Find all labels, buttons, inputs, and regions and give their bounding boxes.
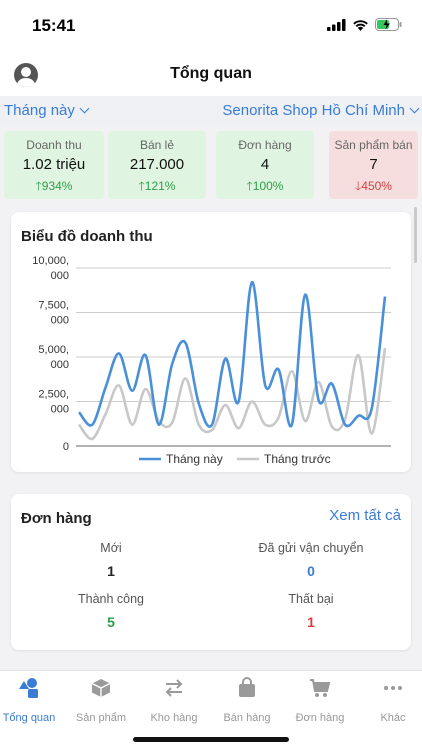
cart-icon bbox=[310, 679, 331, 697]
tab-more[interactable]: Khác bbox=[358, 677, 422, 724]
wifi-icon bbox=[353, 19, 368, 31]
revenue-chart-card: Biểu đồ doanh thu 10,000, 000 7,500, 000 5,0… bbox=[11, 212, 411, 472]
kpi-revenue[interactable]: Doanh thu 1.02 triệu 🡑934% bbox=[4, 131, 104, 199]
order-stat-success[interactable]: Thành công 5 bbox=[11, 592, 211, 630]
order-stat-label: Thất bại bbox=[288, 592, 334, 606]
period-dropdown-label: Tháng này bbox=[4, 102, 75, 119]
tab-label: Sản phẩm bbox=[75, 712, 127, 724]
tab-sales[interactable]: Bán hàng bbox=[212, 677, 282, 724]
tab-orders[interactable]: Đơn hàng bbox=[285, 677, 355, 724]
kpi-value: 4 bbox=[260, 156, 270, 173]
app-header: Tổng quan bbox=[0, 52, 422, 96]
tab-products[interactable]: Sản phẩm bbox=[66, 677, 136, 724]
cellular-signal-icon bbox=[327, 18, 346, 31]
shop-dropdown[interactable]: Senorita Shop Hồ Chí Minh bbox=[222, 102, 420, 119]
shopping-bag-icon bbox=[239, 677, 255, 697]
orders-title: Đơn hàng bbox=[21, 510, 92, 527]
tab-inventory[interactable]: Kho hàng bbox=[139, 677, 209, 724]
order-stat-failed[interactable]: Thất bại 1 bbox=[211, 592, 411, 630]
order-stat-label: Thành công bbox=[77, 592, 145, 606]
filter-bar: Tháng này Senorita Shop Hồ Chí Minh bbox=[0, 96, 422, 126]
status-time: 15:41 bbox=[32, 16, 76, 35]
home-indicator bbox=[133, 737, 289, 742]
kpi-value: 217.000 bbox=[129, 156, 185, 173]
scrollbar[interactable] bbox=[414, 207, 417, 263]
y-tick-label: 5,000, 000 bbox=[38, 344, 69, 371]
kpi-change: 🡓450% bbox=[355, 179, 392, 193]
order-stat-value: 1 bbox=[307, 614, 315, 630]
period-dropdown[interactable]: Tháng này bbox=[4, 102, 90, 119]
see-all-link[interactable]: Xem tất cả bbox=[329, 507, 401, 524]
y-tick-label: 2,500, 000 bbox=[38, 389, 69, 416]
y-tick-label: 10,000, 000 bbox=[32, 255, 69, 282]
page-title: Tổng quan bbox=[170, 65, 252, 82]
kpi-retail[interactable]: Bán lẻ 217.000 🡑121% bbox=[108, 131, 206, 199]
kpi-products-sold[interactable]: Sản phẩm bán 7 🡓450% bbox=[329, 131, 418, 199]
kpi-row: Doanh thu 1.02 triệu 🡑934% Bán lẻ 217.00… bbox=[4, 131, 418, 199]
battery-charging-icon bbox=[375, 18, 402, 31]
series-line bbox=[77, 347, 387, 441]
tab-label: Đơn hàng bbox=[295, 712, 345, 724]
legend-label: Tháng trước bbox=[264, 452, 331, 466]
kpi-change: 🡑100% bbox=[246, 179, 284, 193]
kpi-change: 🡑934% bbox=[35, 179, 73, 193]
status-bar: 15:41 bbox=[0, 0, 422, 52]
kpi-label: Đơn hàng bbox=[238, 138, 292, 152]
order-stat-label: Đã gửi vận chuyển bbox=[258, 541, 364, 555]
order-stat-shipped[interactable]: Đã gửi vận chuyển 0 bbox=[211, 541, 411, 579]
orders-card: Đơn hàng Xem tất cả Mới 1 Đã gửi vận chu… bbox=[11, 494, 411, 650]
dashboard-shapes-icon bbox=[19, 678, 38, 698]
chevron-down-icon bbox=[79, 103, 90, 114]
status-icons bbox=[327, 18, 402, 31]
order-stat-value: 0 bbox=[307, 563, 315, 579]
tab-overview[interactable]: Tổng quan bbox=[0, 677, 64, 724]
kpi-orders[interactable]: Đơn hàng 4 🡑100% bbox=[216, 131, 314, 199]
order-stat-label: Mới bbox=[100, 541, 122, 555]
more-dots-icon bbox=[384, 686, 402, 690]
kpi-label: Sản phẩm bán bbox=[334, 138, 413, 152]
transfer-arrows-icon bbox=[165, 679, 183, 697]
order-stat-new[interactable]: Mới 1 bbox=[11, 541, 211, 579]
kpi-value: 7 bbox=[369, 156, 378, 173]
kpi-label: Bán lẻ bbox=[139, 138, 175, 152]
legend-label: Tháng này bbox=[166, 452, 223, 466]
tab-label: Tổng quan bbox=[2, 712, 56, 724]
kpi-value: 1.02 triệu bbox=[22, 156, 86, 173]
revenue-line-chart: 10,000, 000 7,500, 000 5,000, 000 2,500, 000 0 Th… bbox=[32, 255, 391, 466]
y-tick-label: 0 bbox=[63, 441, 69, 453]
y-tick-label: 7,500, 000 bbox=[38, 300, 69, 327]
order-stat-value: 1 bbox=[107, 563, 115, 579]
kpi-change: 🡑121% bbox=[138, 179, 176, 193]
kpi-label: Doanh thu bbox=[26, 138, 82, 152]
tab-label: Khác bbox=[380, 712, 406, 724]
shop-dropdown-label: Senorita Shop Hồ Chí Minh bbox=[222, 102, 405, 119]
tab-label: Kho hàng bbox=[150, 712, 198, 724]
tab-label: Bán hàng bbox=[223, 712, 271, 724]
box-icon bbox=[91, 679, 111, 697]
order-stat-value: 5 bbox=[107, 614, 115, 630]
chevron-down-icon bbox=[409, 103, 420, 114]
